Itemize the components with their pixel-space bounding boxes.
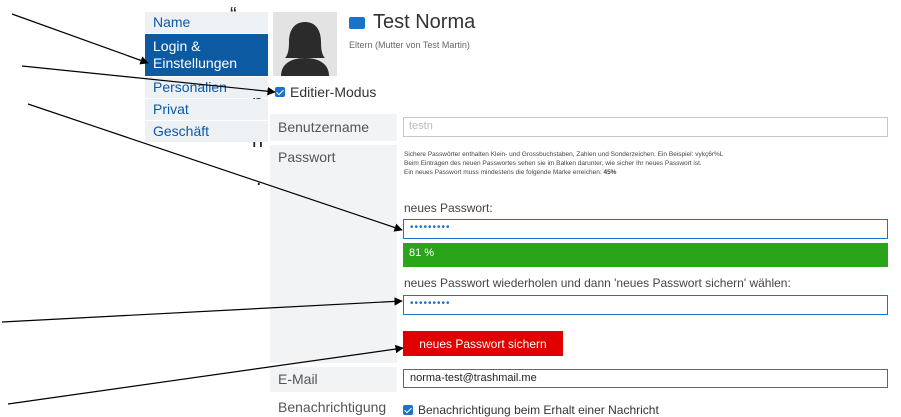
password-hint: Sichere Passwörter enthalten Klein- und … xyxy=(404,150,884,177)
person-silhouette-icon xyxy=(273,12,337,76)
username-label: Benutzername xyxy=(270,114,397,141)
notification-toggle[interactable]: Benachrichtigung beim Erhalt einer Nachr… xyxy=(403,403,659,417)
profile-subtitle: Eltern (Mutter von Test Martin) xyxy=(349,40,470,50)
password-strength-bar: 81 % xyxy=(403,243,888,267)
notification-label: Benachrichtigung xyxy=(278,399,387,415)
sidebar-item-privat[interactable]: Privat xyxy=(145,99,268,120)
edit-mode-toggle[interactable]: Editier-Modus xyxy=(275,84,376,100)
edit-mode-checkbox[interactable] xyxy=(275,87,285,97)
repeat-password-label: neues Passwort wiederholen und dann 'neu… xyxy=(404,276,791,290)
sidebar-item-personalien[interactable]: Personalien xyxy=(145,77,268,98)
profile-name: Test Norma xyxy=(373,11,476,33)
password-hint-line-2: Beim Eintragen des neuen Passwortes sehe… xyxy=(404,160,702,167)
margin-fragment-4: . xyxy=(256,168,262,190)
new-password-input[interactable]: ••••••••• xyxy=(403,219,888,239)
contact-card-icon xyxy=(349,16,365,29)
notification-checkbox[interactable] xyxy=(403,405,413,415)
avatar xyxy=(273,12,337,76)
sidebar-item-name[interactable]: Name xyxy=(145,12,268,33)
edit-mode-label: Editier-Modus xyxy=(290,84,377,100)
username-field[interactable]: testn xyxy=(403,117,888,137)
sidebar-item-geschaeft[interactable]: Geschäft xyxy=(145,121,268,142)
sidebar-nav: Name Login & Einstellungen Personalien P… xyxy=(145,12,268,143)
password-label: Passwort xyxy=(270,145,397,363)
password-hint-line-3: Ein neues Passwort muss mindestens die f… xyxy=(404,169,617,176)
profile-header: Test Norma xyxy=(349,11,475,34)
email-field[interactable]: norma-test@trashmail.me xyxy=(403,369,888,388)
notification-checkbox-label: Benachrichtigung beim Erhalt einer Nachr… xyxy=(418,403,659,417)
sidebar-item-login-settings[interactable]: Login & Einstellungen xyxy=(145,34,268,76)
password-hint-line-1: Sichere Passwörter enthalten Klein- und … xyxy=(404,151,724,158)
password-hint-minimum: 45% xyxy=(603,169,617,176)
repeat-password-input[interactable]: ••••••••• xyxy=(403,295,888,315)
new-password-label: neues Passwort: xyxy=(404,201,493,215)
arrow-to-login-settings xyxy=(11,13,149,65)
save-password-button[interactable]: neues Passwort sichern xyxy=(403,331,563,356)
email-label: E-Mail xyxy=(270,367,397,392)
